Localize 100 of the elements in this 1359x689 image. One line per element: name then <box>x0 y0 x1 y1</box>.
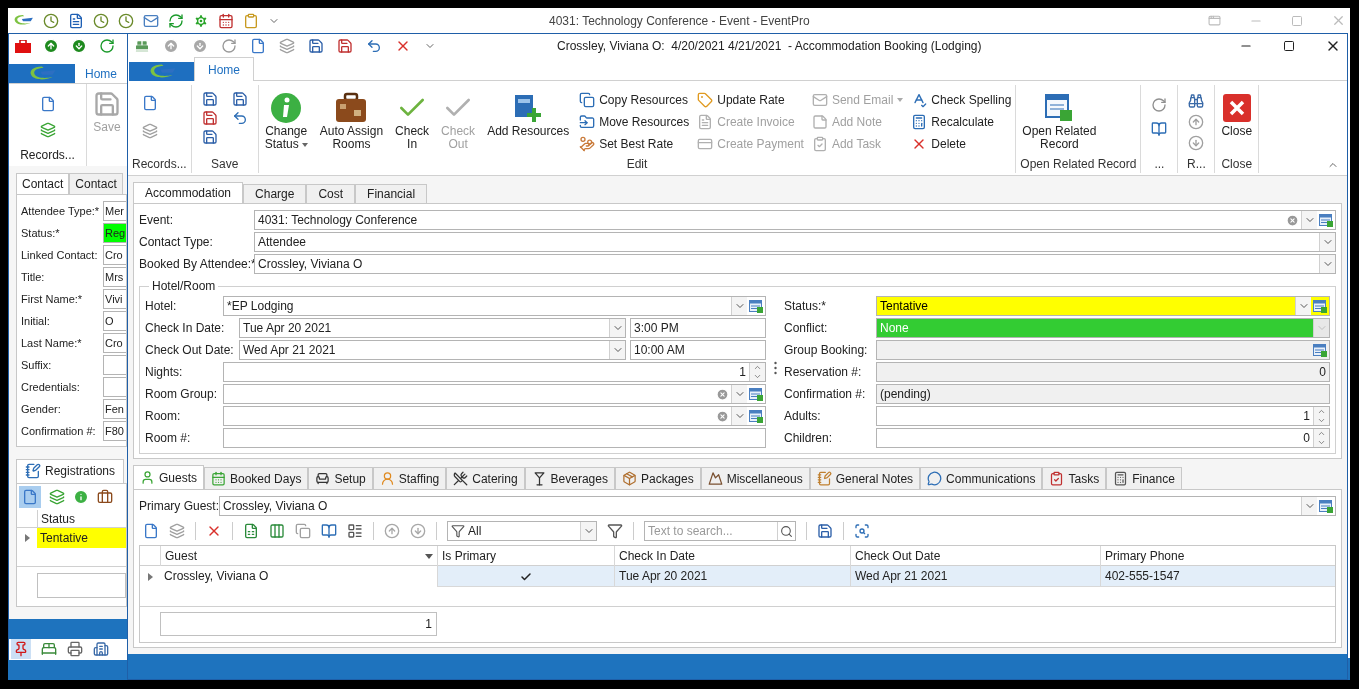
building-icon[interactable] <box>93 641 109 658</box>
save-icon[interactable] <box>308 37 324 54</box>
input-field[interactable]: Mer <box>103 200 126 221</box>
tab[interactable]: Contact <box>69 172 123 194</box>
input-field[interactable]: Wed Apr 21 2021 <box>239 340 626 360</box>
lookup-button[interactable] <box>747 407 765 425</box>
dropdown-button[interactable] <box>609 319 625 337</box>
clock-icon[interactable] <box>118 12 134 29</box>
input-field[interactable]: O <box>103 310 126 331</box>
lookup-button[interactable] <box>1317 497 1335 515</box>
tab[interactable]: Packages <box>614 467 701 489</box>
tab[interactable]: Contact <box>16 172 70 194</box>
input-field[interactable]: F80 <box>103 420 126 441</box>
ribbon-button[interactable]: Close <box>1215 85 1259 138</box>
column-header[interactable]: Status <box>37 509 76 527</box>
bed-icon[interactable] <box>41 641 57 658</box>
tab[interactable]: Charge <box>243 184 307 203</box>
save-icon[interactable] <box>201 91 218 107</box>
clipboard-icon[interactable] <box>243 12 259 29</box>
input-field[interactable] <box>223 406 766 426</box>
input-field[interactable]: Tentative <box>876 296 1330 316</box>
clock-icon[interactable] <box>93 12 109 29</box>
input-field[interactable]: Crossley, Viviana O <box>219 496 1336 516</box>
lookup-button[interactable] <box>747 385 765 403</box>
app-menu-button[interactable] <box>9 63 75 84</box>
input-field[interactable]: *EP Lodging <box>223 296 766 316</box>
ribbon-button[interactable]: Check Spelling <box>911 89 1012 111</box>
tab[interactable]: Setup <box>308 467 373 489</box>
checkbox[interactable] <box>519 570 533 583</box>
dropdown-button[interactable] <box>1301 211 1317 229</box>
new-icon[interactable] <box>250 37 266 54</box>
copy-icon[interactable] <box>295 523 311 539</box>
tab[interactable]: Cost <box>306 184 356 203</box>
ribbon-button[interactable]: Auto Assign Rooms <box>313 85 390 151</box>
ribbon-button[interactable]: Update Rate <box>697 89 804 111</box>
save-icon[interactable] <box>201 129 218 145</box>
binoculars-icon[interactable] <box>1188 93 1205 109</box>
tab[interactable]: Booked Days <box>204 467 309 489</box>
refresh-icon[interactable] <box>1151 97 1168 113</box>
search-icon[interactable] <box>780 524 793 538</box>
filter-dropdown[interactable]: All <box>447 521 597 541</box>
clear-icon[interactable] <box>1286 213 1299 227</box>
tab[interactable]: Catering <box>446 467 525 489</box>
ribbon-button[interactable]: Move Resources <box>579 111 690 133</box>
gear-icon[interactable] <box>193 12 209 29</box>
tab[interactable]: Miscellaneous <box>700 467 810 489</box>
input-field[interactable] <box>223 384 766 404</box>
ribbon-button[interactable]: Open Related Record <box>1016 85 1103 151</box>
filter-caret-icon[interactable] <box>425 553 433 559</box>
clock-icon[interactable] <box>43 12 59 29</box>
dropdown-button[interactable] <box>731 297 747 315</box>
new-icon[interactable] <box>39 96 56 113</box>
refresh-icon[interactable] <box>168 12 184 29</box>
new-button[interactable] <box>19 485 41 508</box>
save-icon[interactable] <box>231 91 248 107</box>
tab[interactable]: General Notes <box>809 467 921 489</box>
input-field[interactable]: Cro <box>103 332 126 353</box>
toolbox-icon[interactable] <box>15 39 31 53</box>
spin-button[interactable] <box>1313 407 1329 425</box>
ribbon-button[interactable]: Change Status <box>258 85 314 151</box>
up-icon[interactable] <box>1188 114 1205 130</box>
input-field[interactable]: Crossley, Viviana O <box>254 254 1336 274</box>
layout-icon[interactable] <box>347 523 363 539</box>
dropdown-button[interactable] <box>580 522 596 540</box>
spreadsheet-icon[interactable] <box>243 523 259 539</box>
tab[interactable]: Registrations <box>16 458 125 483</box>
search-field[interactable]: Text to search... <box>644 521 796 541</box>
pin-button[interactable] <box>11 639 31 660</box>
undo-icon[interactable] <box>231 110 248 126</box>
spin-button[interactable] <box>749 363 765 381</box>
calendar-icon[interactable] <box>218 12 234 29</box>
copy-icon[interactable] <box>169 523 185 539</box>
tab[interactable]: Financial <box>355 184 428 203</box>
input-field[interactable]: Mrs <box>103 266 126 287</box>
copy-icon[interactable] <box>279 37 295 54</box>
copy-icon[interactable] <box>142 123 158 139</box>
lookup-button[interactable] <box>747 297 765 315</box>
refresh-icon[interactable] <box>99 38 115 55</box>
input-field[interactable]: Vivi <box>103 288 126 309</box>
ribbon-button[interactable]: Recalculate <box>911 111 1012 133</box>
mail-icon[interactable] <box>143 12 159 29</box>
input-field[interactable]: Attendee <box>254 232 1336 252</box>
lookup-button[interactable] <box>1317 211 1335 229</box>
clear-icon[interactable] <box>716 387 729 401</box>
input-field[interactable]: Fen <box>103 398 126 419</box>
input-field[interactable]: 4031: Technology Conference <box>254 210 1336 230</box>
copy-icon[interactable] <box>39 122 56 139</box>
dropdown-button[interactable] <box>1319 233 1335 251</box>
input-field[interactable]: Reg <box>103 222 127 243</box>
splitter-handle-icon[interactable] <box>773 361 777 375</box>
suitcase-icon[interactable] <box>97 488 113 505</box>
dropdown-button[interactable] <box>1301 497 1317 515</box>
ribbon-button[interactable]: Check In <box>389 85 436 151</box>
input-field[interactable]: 1 <box>223 362 766 382</box>
input-field[interactable] <box>103 354 126 375</box>
save-icon[interactable] <box>817 523 833 539</box>
save-close-icon[interactable] <box>201 110 218 126</box>
input-field[interactable]: 0 <box>876 362 1330 382</box>
time-field[interactable]: 3:00 PM <box>630 318 766 338</box>
input-field[interactable] <box>876 340 1330 360</box>
